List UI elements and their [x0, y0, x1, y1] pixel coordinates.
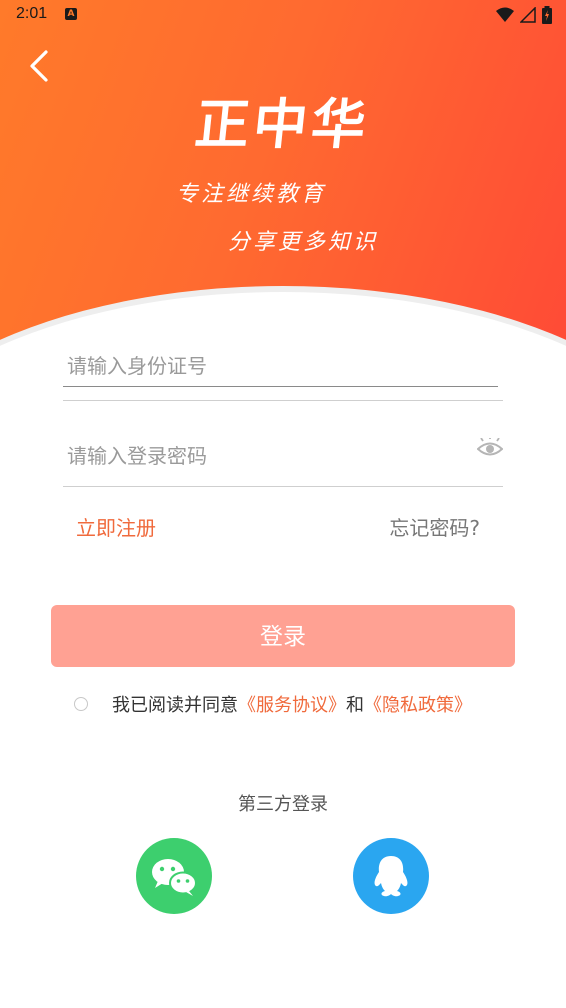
password-field — [63, 428, 503, 487]
privacy-policy-link[interactable]: 《隐私政策》 — [364, 691, 472, 717]
wifi-icon — [496, 7, 514, 22]
status-icons — [496, 6, 552, 24]
third-party-login-label: 第三方登录 — [238, 794, 328, 815]
wechat-login-button[interactable] — [136, 838, 212, 914]
id-number-input[interactable] — [67, 352, 467, 380]
forgot-password-link[interactable]: 忘记密码? — [389, 512, 480, 541]
status-bar: 2:01 A — [0, 0, 566, 30]
qq-icon — [374, 856, 408, 897]
id-number-field — [63, 340, 503, 401]
back-button[interactable] — [24, 48, 56, 84]
agreement-radio[interactable] — [74, 697, 88, 711]
notification-a-icon: A — [65, 8, 77, 20]
login-screen: 2:01 A 正中华 专注继续教育 分享更多知识 请输入身份证号 立即注册 忘记… — [0, 0, 566, 1008]
agreement-prefix: 我已阅读并同意 — [112, 695, 238, 716]
login-button[interactable]: 登录 — [51, 605, 515, 667]
service-agreement-link[interactable]: 《服务协议》 — [238, 691, 346, 717]
slogan-line-1: 专注继续教育 — [176, 182, 327, 207]
password-input[interactable] — [67, 442, 467, 470]
agreement-row: 我已阅读并同意 《服务协议》 和 《隐私政策》 — [74, 690, 472, 718]
agreement-conjunction: 和 — [346, 695, 364, 716]
chevron-left-icon — [30, 50, 48, 82]
battery-icon — [542, 6, 552, 24]
status-time: 2:01 — [16, 5, 48, 22]
app-logo-title: 正中华 — [192, 92, 373, 156]
cell-signal-icon — [520, 7, 536, 23]
wechat-icon — [152, 859, 197, 896]
content-background — [0, 500, 566, 1008]
slogan-line-2: 分享更多知识 — [228, 230, 379, 255]
qq-login-button[interactable] — [353, 838, 429, 914]
eye-icon[interactable] — [477, 438, 503, 460]
register-link[interactable]: 立即注册 — [76, 512, 156, 541]
